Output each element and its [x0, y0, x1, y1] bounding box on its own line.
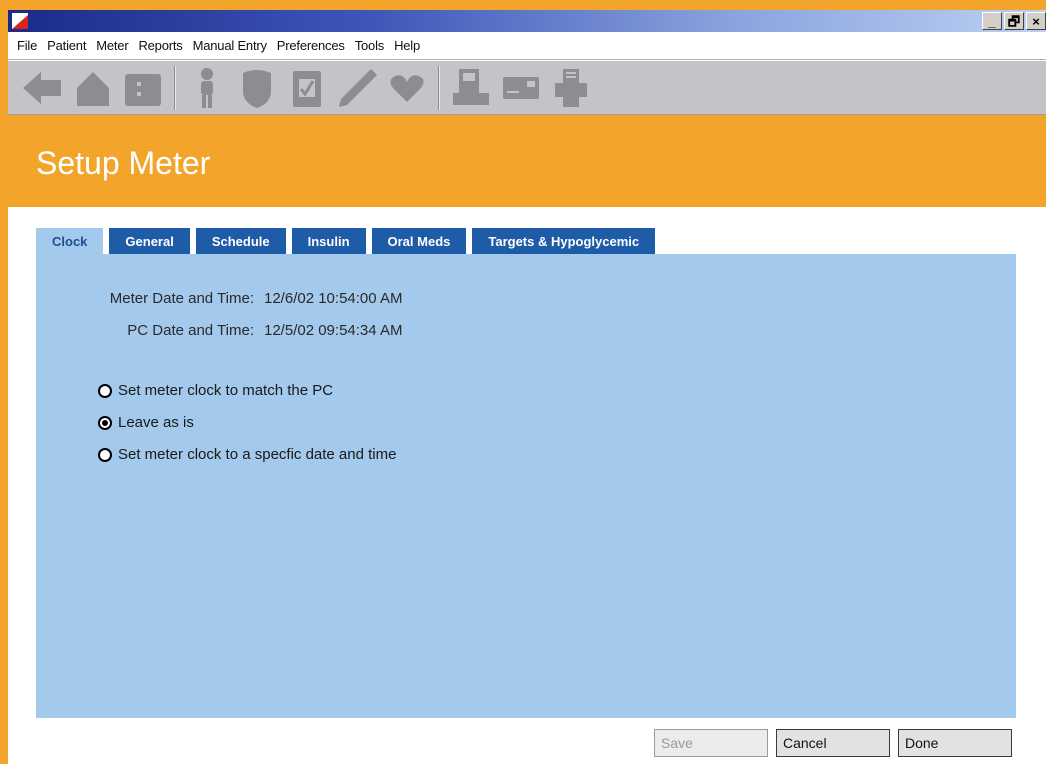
clock-panel: Meter Date and Time: 12/6/02 10:54:00 AM … [36, 254, 1016, 718]
menu-manual-entry[interactable]: Manual Entry [188, 38, 272, 53]
toolbar [8, 61, 1046, 115]
menu-bar: File Patient Meter Reports Manual Entry … [8, 32, 1046, 60]
radio-button[interactable] [98, 383, 112, 398]
tab-oral-meds[interactable]: Oral Meds [371, 228, 467, 254]
printer-icon [555, 68, 587, 107]
toolbar-separator [438, 65, 440, 110]
toolbar-print-button[interactable] [546, 63, 596, 113]
home-icon [77, 71, 109, 106]
toolbar-modem-button[interactable] [496, 63, 546, 113]
tab-bar: Clock General Schedule Insulin Oral Meds… [36, 228, 656, 254]
radio-button-selected[interactable] [98, 415, 112, 430]
toolbar-back-button[interactable] [18, 63, 68, 113]
radio-button[interactable] [98, 447, 112, 462]
pc-datetime-row: PC Date and Time: 12/5/02 09:54:34 AM [34, 322, 402, 339]
shield-icon [243, 69, 271, 108]
cancel-button[interactable]: Cancel [776, 729, 890, 757]
page-title: Setup Meter [36, 145, 211, 181]
window-controls: _ 🗗 × [982, 12, 1046, 30]
menu-preferences[interactable]: Preferences [272, 38, 350, 53]
radio-label: Leave as is [118, 414, 194, 431]
person-icon [201, 67, 213, 108]
radio-option-match-pc[interactable]: Set meter clock to match the PC [98, 382, 333, 399]
menu-help[interactable]: Help [389, 38, 425, 53]
meter-device-icon [453, 68, 489, 105]
meter-datetime-value: 12/6/02 10:54:00 AM [264, 290, 403, 307]
toolbar-shield-button[interactable] [232, 63, 282, 113]
pc-datetime-value: 12/5/02 09:54:34 AM [264, 322, 403, 339]
page-header: Setup Meter [8, 115, 1046, 207]
app-logo-icon [12, 13, 28, 29]
done-button[interactable]: Done [898, 729, 1012, 757]
close-button[interactable]: × [1026, 12, 1046, 30]
folder-icon [125, 73, 161, 106]
window-frame-left [0, 0, 8, 764]
modem-icon [503, 76, 539, 99]
menu-tools[interactable]: Tools [350, 38, 389, 53]
toolbar-home-button[interactable] [68, 63, 118, 113]
toolbar-separator [174, 65, 176, 110]
tab-insulin[interactable]: Insulin [291, 228, 366, 254]
pc-datetime-label: PC Date and Time: [127, 322, 254, 339]
clipboard-icon [293, 70, 321, 107]
title-bar: _ 🗗 × [8, 10, 1046, 32]
tab-general[interactable]: General [109, 228, 190, 254]
menu-file[interactable]: File [12, 38, 42, 53]
toolbar-heart-button[interactable] [382, 63, 432, 113]
menu-patient[interactable]: Patient [42, 38, 91, 53]
radio-label: Set meter clock to a specfic date and ti… [118, 446, 397, 463]
radio-label: Set meter clock to match the PC [118, 382, 334, 399]
meter-datetime-row: Meter Date and Time: 12/6/02 10:54:00 AM [34, 290, 403, 307]
toolbar-patient-button[interactable] [182, 63, 232, 113]
menu-meter[interactable]: Meter [91, 38, 133, 53]
tab-schedule[interactable]: Schedule [195, 228, 286, 254]
back-arrow-icon [23, 71, 61, 104]
minimize-button[interactable]: _ [982, 12, 1002, 30]
toolbar-clipboard-button[interactable] [282, 63, 332, 113]
toolbar-folder-button[interactable] [118, 63, 168, 113]
toolbar-pen-button[interactable] [332, 63, 382, 113]
pen-icon [339, 68, 377, 107]
radio-option-leave-as-is[interactable]: Leave as is [98, 414, 194, 431]
save-button[interactable]: Save [654, 729, 768, 757]
radio-option-specific-date[interactable]: Set meter clock to a specfic date and ti… [98, 446, 396, 463]
toolbar-meter-button[interactable] [446, 63, 496, 113]
restore-button[interactable]: 🗗 [1004, 12, 1024, 30]
menu-reports[interactable]: Reports [133, 38, 187, 53]
heart-icon [390, 74, 424, 102]
tab-clock[interactable]: Clock [36, 228, 104, 254]
meter-datetime-label: Meter Date and Time: [109, 290, 254, 307]
tab-targets-hypoglycemic[interactable]: Targets & Hypoglycemic [472, 228, 656, 254]
window-frame-top [0, 0, 1046, 10]
